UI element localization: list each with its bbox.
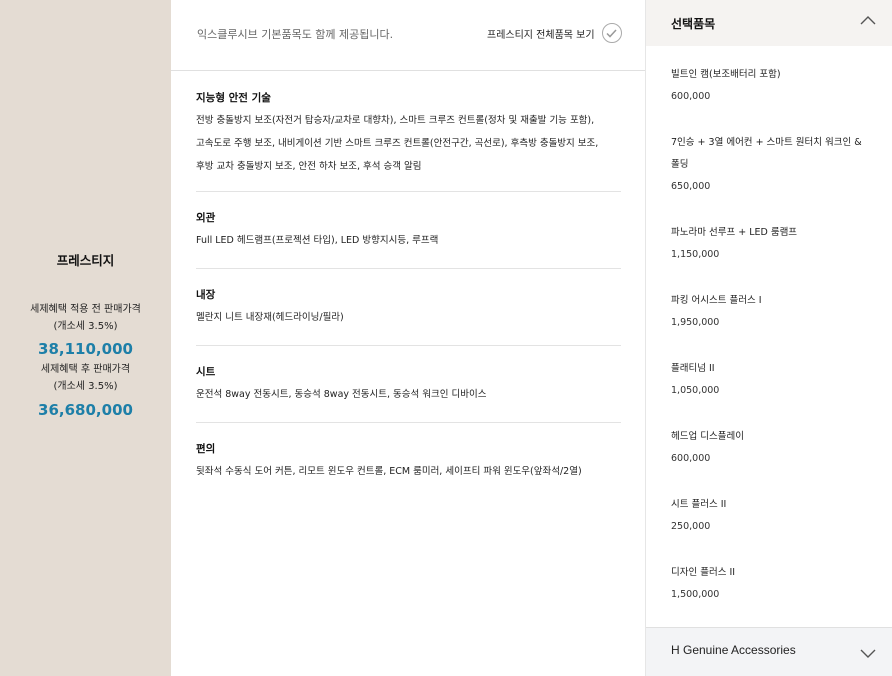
- option-item: 7인승 + 3열 에어컨 + 스마트 원터치 워크인 & 폴딩 650,000: [671, 132, 876, 198]
- option-name: 디자인 플러스 II: [671, 567, 736, 578]
- feature-line: 뒷좌석 수동식 도어 커튼, 리모트 윈도우 컨트롤, ECM 룸미러, 세이프…: [196, 466, 582, 477]
- feature-line: 후방 교차 충돌방지 보조, 안전 하차 보조, 후석 승객 알림: [196, 161, 422, 172]
- feature-line: 고속도로 주행 보조, 내비게이션 기반 스마트 크루즈 컨트롤(안전구간, 곡…: [196, 138, 599, 149]
- view-all-items-button[interactable]: 프레스티지 전체품목 보기: [487, 22, 622, 44]
- feature-group-title: 시트: [196, 366, 216, 378]
- options-header-toggle[interactable]: 선택품목: [646, 0, 892, 46]
- price-after-tax-note: (개소세 3.5%): [53, 381, 118, 392]
- price-before-tax-note: (개소세 3.5%): [53, 321, 118, 332]
- feature-line: Full LED 헤드램프(프로젝션 타입), LED 방향지시등, 루프랙: [196, 235, 439, 246]
- option-name: 파노라마 선루프 + LED 룸램프: [671, 227, 798, 238]
- option-price: 1,500,000: [671, 589, 720, 600]
- price-before-tax-value: 38,110,000: [38, 340, 133, 358]
- option-price: 650,000: [671, 181, 711, 192]
- option-item: 빌트인 캠(보조배터리 포함) 600,000: [671, 64, 876, 108]
- accessories-toggle[interactable]: H Genuine Accessories: [646, 627, 892, 676]
- trim-summary-panel: 프레스티지 세제혜택 적용 전 판매가격 (개소세 3.5%) 38,110,0…: [0, 0, 171, 676]
- feature-group-convenience: 편의 뒷좌석 수동식 도어 커튼, 리모트 윈도우 컨트롤, ECM 룸미러, …: [196, 441, 621, 491]
- option-price: 1,150,000: [671, 249, 720, 260]
- option-name: 파킹 어시스트 플러스 I: [671, 295, 762, 306]
- feature-group-title: 편의: [196, 443, 216, 455]
- accessories-title: H Genuine Accessories: [671, 643, 796, 657]
- chevron-down-icon: [860, 649, 876, 658]
- option-item: 디자인 플러스 II 1,500,000: [671, 562, 876, 606]
- basic-items-section: 익스클루시브 기본품목도 함께 제공됩니다. 프레스티지 전체품목 보기 지능형…: [171, 0, 645, 676]
- option-name: 7인승 + 3열 에어컨 + 스마트 원터치 워크인 &: [671, 137, 862, 148]
- option-item: 시트 플러스 II 250,000: [671, 494, 876, 538]
- option-name: 헤드업 디스플레이: [671, 431, 744, 442]
- feature-group-safety: 지능형 안전 기술 전방 충돌방지 보조(자전거 탑승자/교차로 대향차), 스…: [196, 90, 621, 192]
- option-name: 플래티넘 II: [671, 363, 715, 374]
- option-name-continued: 폴딩: [671, 159, 689, 170]
- option-price: 600,000: [671, 91, 711, 102]
- inherited-items-note: 익스클루시브 기본품목도 함께 제공됩니다.: [197, 28, 394, 41]
- view-all-items-label: 프레스티지 전체품목 보기: [487, 29, 595, 41]
- feature-group-exterior: 외관 Full LED 헤드램프(프로젝션 타입), LED 방향지시등, 루프…: [196, 210, 621, 269]
- price-after-tax-value: 36,680,000: [38, 401, 133, 419]
- feature-group-title: 내장: [196, 289, 216, 301]
- option-item: 플래티넘 II 1,050,000: [671, 358, 876, 402]
- feature-line: 운전석 8way 전동시트, 동승석 8way 전동시트, 동승석 워크인 디바…: [196, 389, 487, 400]
- check-circle-icon: [601, 23, 622, 43]
- option-item: 파킹 어시스트 플러스 I 1,950,000: [671, 290, 876, 334]
- option-item: 헤드업 디스플레이 600,000: [671, 426, 876, 470]
- feature-line: 전방 충돌방지 보조(자전거 탑승자/교차로 대향차), 스마트 크루즈 컨트롤…: [196, 115, 595, 126]
- trim-name: 프레스티지: [56, 253, 115, 268]
- option-name: 시트 플러스 II: [671, 499, 727, 510]
- price-after-tax-label: 세제혜택 후 판매가격: [40, 364, 131, 375]
- feature-group-title: 지능형 안전 기술: [196, 92, 271, 104]
- feature-group-interior: 내장 멜란지 니트 내장재(헤드라이닝/필라): [196, 287, 621, 346]
- option-item: 파노라마 선루프 + LED 룸램프 1,150,000: [671, 222, 876, 266]
- options-title: 선택품목: [671, 17, 716, 31]
- option-name: 빌트인 캠(보조배터리 포함): [671, 69, 781, 80]
- chevron-up-icon: [860, 16, 876, 25]
- feature-group-seats: 시트 운전석 8way 전동시트, 동승석 8way 전동시트, 동승석 워크인…: [196, 364, 621, 423]
- option-price: 1,050,000: [671, 385, 720, 396]
- feature-group-title: 외관: [196, 212, 216, 224]
- feature-line: 멜란지 니트 내장재(헤드라이닝/필라): [196, 312, 344, 323]
- basic-items-header: 익스클루시브 기본품목도 함께 제공됩니다. 프레스티지 전체품목 보기: [171, 0, 645, 71]
- option-price: 250,000: [671, 521, 711, 532]
- price-before-tax-label: 세제혜택 적용 전 판매가격: [30, 304, 141, 315]
- option-price: 600,000: [671, 453, 711, 464]
- option-price: 1,950,000: [671, 317, 720, 328]
- feature-group-text: 전방 충돌방지 보조(자전거 탑승자/교차로 대향차), 스마트 크루즈 컨트롤…: [196, 109, 621, 178]
- options-panel: 선택품목 빌트인 캠(보조배터리 포함) 600,000 7인승 + 3열 에어…: [645, 0, 892, 676]
